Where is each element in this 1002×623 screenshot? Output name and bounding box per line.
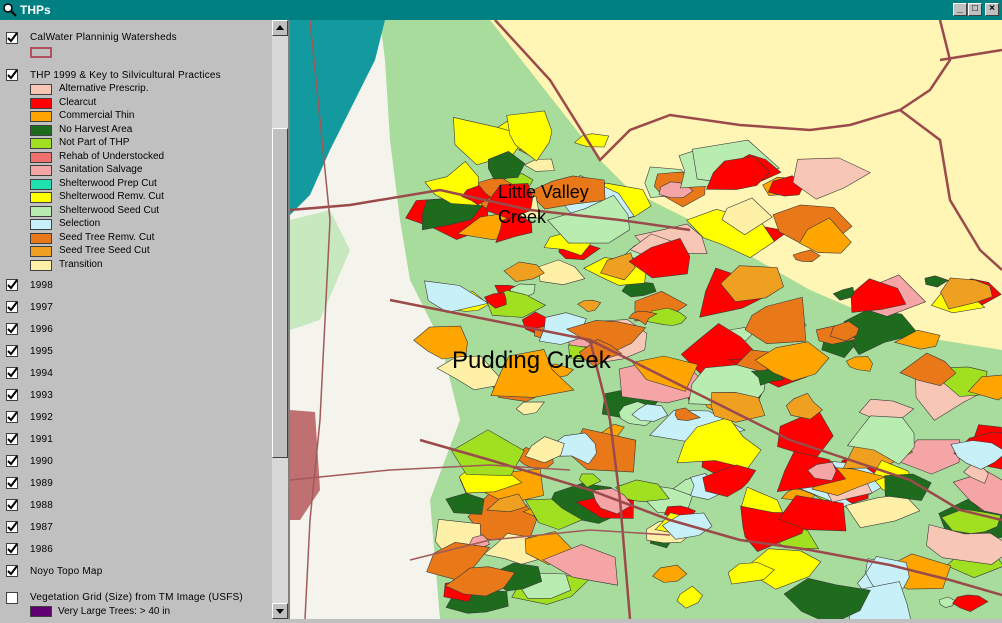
legend-swatch bbox=[30, 138, 52, 149]
legend-swatch bbox=[30, 165, 52, 176]
minimize-button[interactable]: _ bbox=[953, 3, 967, 16]
layer-topo-label[interactable]: Noyo Topo Map bbox=[30, 566, 102, 577]
checkbox-checked-icon[interactable] bbox=[6, 345, 18, 357]
legend-swatch bbox=[30, 151, 52, 163]
layer-year-label[interactable]: 1989 bbox=[30, 478, 53, 489]
legend-swatch bbox=[30, 192, 52, 203]
layer-year-label[interactable]: 1993 bbox=[30, 390, 53, 401]
legend-label: Rehab of Understocked bbox=[59, 150, 165, 162]
legend-swatch bbox=[30, 246, 52, 257]
legend-label: Alternative Prescrip. bbox=[59, 83, 149, 94]
legend-label: Shelterwood Seed Cut bbox=[59, 204, 160, 216]
layer-thp1999-label[interactable]: THP 1999 & Key to Silvicultural Practice… bbox=[30, 70, 221, 81]
checkbox-checked-icon[interactable] bbox=[6, 32, 18, 44]
checkbox-checked-icon[interactable] bbox=[6, 323, 18, 335]
legend-label: Shelterwood Remv. Cut bbox=[59, 191, 164, 202]
legend-label: Not Part of THP bbox=[59, 137, 130, 148]
close-button[interactable]: × bbox=[985, 3, 999, 16]
legend-label: No Harvest Area bbox=[59, 123, 133, 135]
checkbox-checked-icon[interactable] bbox=[6, 69, 18, 81]
layer-year-label[interactable]: 1994 bbox=[30, 368, 53, 379]
legend-swatch bbox=[30, 219, 52, 230]
maximize-button[interactable]: □ bbox=[968, 3, 982, 16]
table-of-contents: CalWater Planninig Watersheds THP 1999 &… bbox=[0, 20, 272, 619]
layer-year-label[interactable]: 1992 bbox=[30, 412, 53, 423]
checkbox-checked-icon[interactable] bbox=[6, 367, 18, 379]
checkbox-checked-icon[interactable] bbox=[6, 279, 18, 291]
layer-year-label[interactable]: 1996 bbox=[30, 324, 53, 335]
legend-label: Sanitation Salvage bbox=[59, 164, 143, 175]
scroll-up-button[interactable] bbox=[272, 20, 288, 36]
legend-label: Transition bbox=[59, 258, 103, 270]
checkbox-checked-icon[interactable] bbox=[6, 411, 18, 423]
toc-scrollbar[interactable] bbox=[272, 20, 288, 619]
arrow-up-icon bbox=[276, 25, 284, 30]
map-label-pudding-creek: Pudding Creek bbox=[452, 347, 612, 374]
legend-swatch bbox=[30, 124, 52, 136]
legend-swatch bbox=[30, 178, 52, 190]
layer-year-label[interactable]: 1998 bbox=[30, 280, 53, 291]
legend-label: Seed Tree Seed Cut bbox=[59, 245, 150, 256]
layer-year-label[interactable]: 1987 bbox=[30, 522, 53, 533]
layer-year-label[interactable]: 1991 bbox=[30, 434, 53, 445]
checkbox-checked-icon[interactable] bbox=[6, 389, 18, 401]
map-canvas[interactable]: Little Valley Creek Pudding Creek bbox=[290, 20, 1002, 619]
legend-swatch-very-large-trees bbox=[30, 606, 52, 617]
legend-swatch bbox=[30, 205, 52, 217]
legend-swatch bbox=[30, 259, 52, 271]
window-title-bar[interactable]: THPs _ □ × bbox=[0, 0, 1002, 20]
layer-watersheds-label[interactable]: CalWater Planninig Watersheds bbox=[30, 32, 177, 43]
legend-label: Commercial Thin bbox=[59, 110, 135, 121]
layer-year-label[interactable]: 1986 bbox=[30, 544, 53, 555]
checkbox-checked-icon[interactable] bbox=[6, 301, 18, 313]
scroll-down-button[interactable] bbox=[272, 603, 288, 619]
checkbox-checked-icon[interactable] bbox=[6, 521, 18, 533]
layer-year-label[interactable]: 1997 bbox=[30, 302, 53, 313]
layer-year-label[interactable]: 1988 bbox=[30, 500, 53, 511]
scrollbar-thumb[interactable] bbox=[272, 128, 288, 458]
magnifier-icon bbox=[3, 3, 17, 17]
window-title: THPs bbox=[20, 3, 51, 17]
legend-label: Seed Tree Remv. Cut bbox=[59, 231, 155, 243]
checkbox-checked-icon[interactable] bbox=[6, 455, 18, 467]
checkbox-checked-icon[interactable] bbox=[6, 543, 18, 555]
arrow-down-icon bbox=[276, 609, 284, 614]
legend-swatch bbox=[30, 97, 52, 109]
legend-label: Shelterwood Prep Cut bbox=[59, 177, 157, 189]
legend-swatch bbox=[30, 84, 52, 95]
checkbox-checked-icon[interactable] bbox=[6, 565, 18, 577]
map-view[interactable]: Little Valley Creek Pudding Creek bbox=[290, 20, 1002, 619]
layer-year-label[interactable]: 1990 bbox=[30, 456, 53, 467]
legend-swatch bbox=[30, 111, 52, 122]
legend-swatch bbox=[30, 232, 52, 244]
watershed-symbol bbox=[30, 47, 52, 58]
legend-label: Selection bbox=[59, 218, 101, 229]
legend-label: Clearcut bbox=[59, 96, 97, 108]
map-label-little-valley: Little Valley bbox=[498, 182, 589, 202]
legend-label-very-large-trees: Very Large Trees: > 40 in bbox=[58, 606, 171, 617]
map-label-little-valley-creek: Creek bbox=[498, 207, 547, 227]
checkbox-checked-icon[interactable] bbox=[6, 477, 18, 489]
layer-vegetation-label[interactable]: Vegetation Grid (Size) from TM Image (US… bbox=[30, 592, 243, 603]
checkbox-unchecked-icon[interactable] bbox=[6, 592, 18, 604]
checkbox-checked-icon[interactable] bbox=[6, 499, 18, 511]
checkbox-checked-icon[interactable] bbox=[6, 433, 18, 445]
layer-year-label[interactable]: 1995 bbox=[30, 346, 53, 357]
